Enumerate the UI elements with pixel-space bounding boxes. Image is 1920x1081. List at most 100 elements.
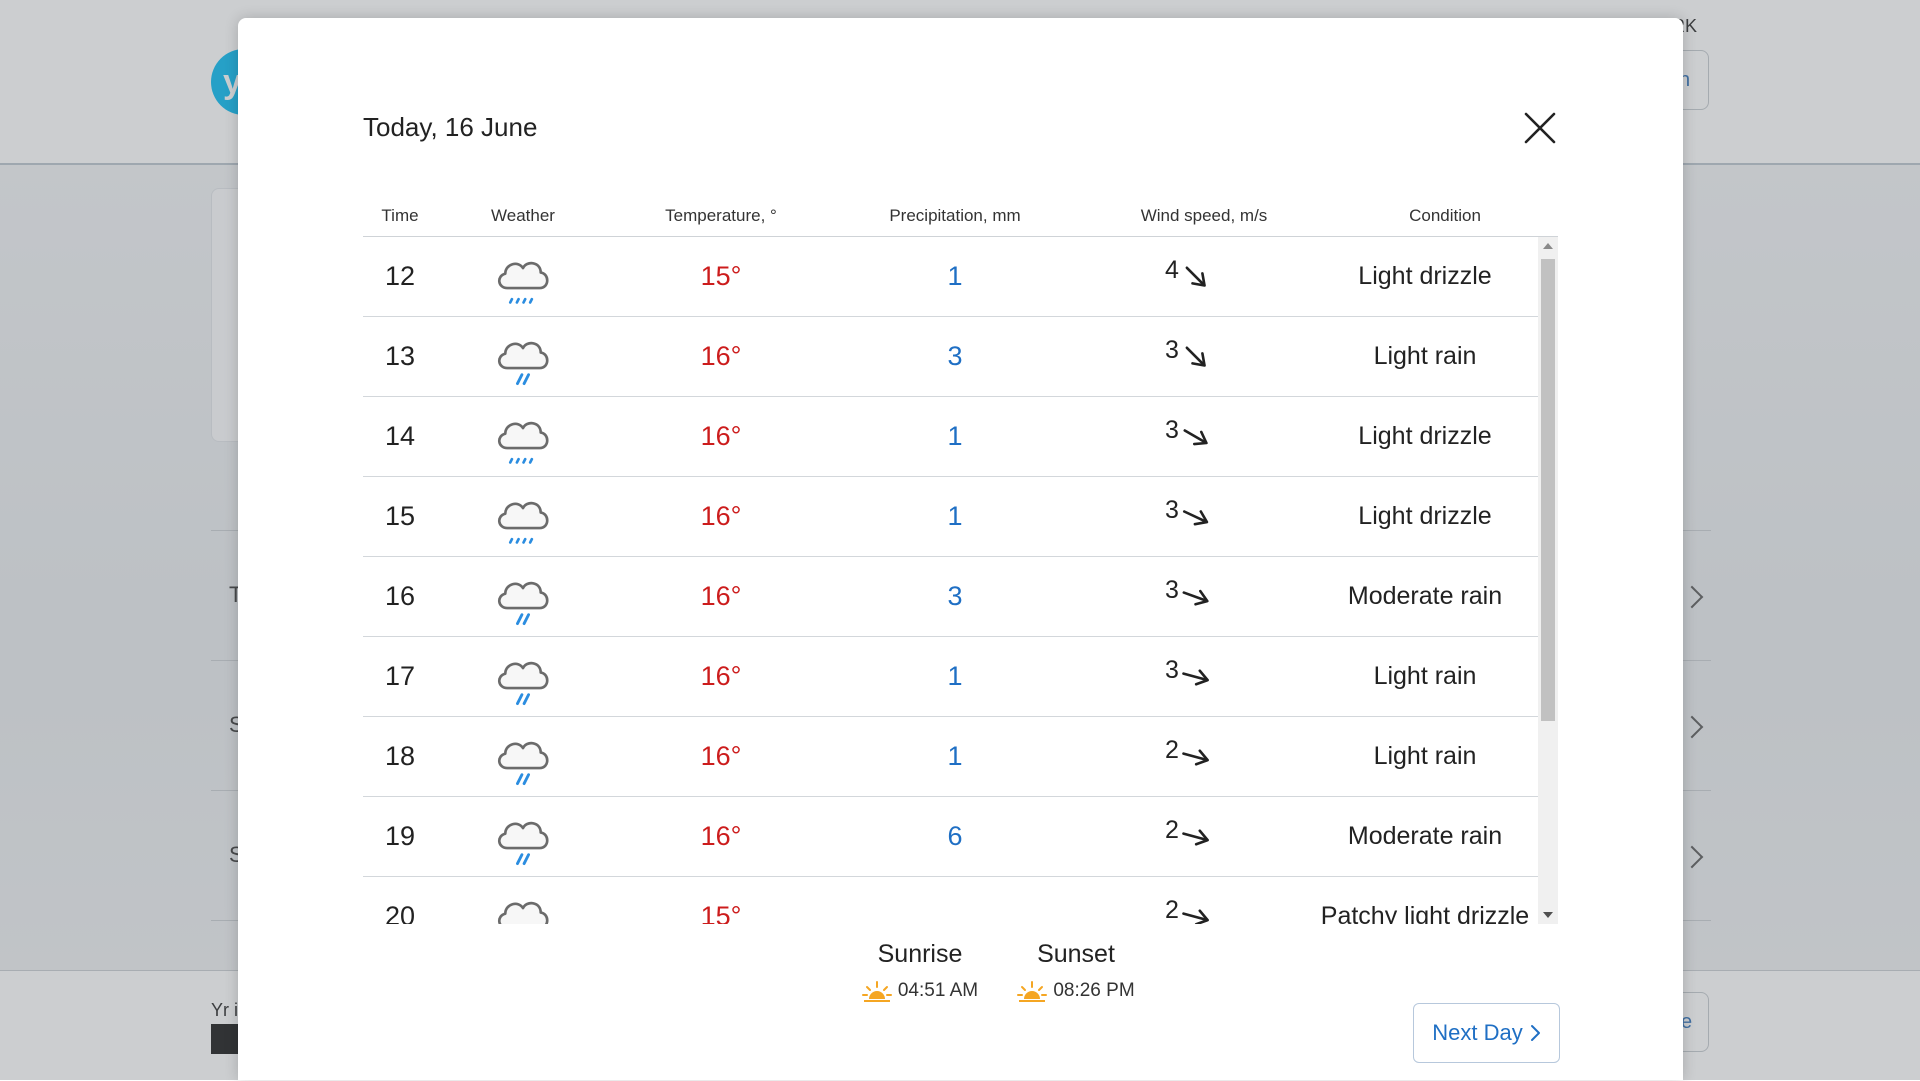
cloud-rain-icon bbox=[498, 341, 549, 385]
row-condition: Moderate rain bbox=[1347, 822, 1503, 850]
column-header-temperature: Temperature, ° bbox=[665, 206, 777, 225]
sunset-time-row: 08:26 PM bbox=[980, 979, 1172, 1003]
modal-title: Today, 16 June bbox=[363, 112, 538, 142]
row-wind: 2 bbox=[1165, 797, 1211, 876]
wind-speed-value: 3 bbox=[1165, 336, 1179, 364]
sunset-icon bbox=[1017, 979, 1048, 1003]
sunset-block: Sunset 08:26 PM bbox=[980, 940, 1172, 1003]
row-condition: Patchy light drizzle bbox=[1320, 902, 1530, 924]
row-weather bbox=[488, 237, 558, 316]
row-weather bbox=[488, 637, 558, 716]
wind-speed-value: 3 bbox=[1165, 576, 1179, 604]
next-day-button[interactable]: Next Day bbox=[1413, 1003, 1560, 1063]
row-precipitation: 3 bbox=[947, 341, 963, 371]
hourly-table-body[interactable]: 12 15° 1 4 Light drizzle 13 16° 3 3 Light rain 14 1… bbox=[363, 237, 1558, 924]
table-row: 14 16° 1 3 Light drizzle bbox=[363, 397, 1538, 477]
wind-speed-value: 2 bbox=[1165, 816, 1179, 844]
sunrise-time: 04:51 AM bbox=[897, 980, 979, 1001]
cloud-drizzle-icon bbox=[498, 421, 549, 464]
row-wind: 3 bbox=[1165, 637, 1211, 716]
row-condition: Light drizzle bbox=[1358, 262, 1492, 290]
row-weather bbox=[488, 317, 558, 396]
row-temperature: 16° bbox=[700, 661, 742, 691]
row-time: 12 bbox=[384, 261, 416, 291]
hourly-forecast-modal: Today, 16 June Time Weather Temperature,… bbox=[238, 18, 1683, 1080]
scroll-down-arrow-icon[interactable] bbox=[1543, 912, 1553, 918]
column-header-wind: Wind speed, m/s bbox=[1140, 206, 1268, 225]
wind-direction-arrow-icon bbox=[1181, 582, 1211, 612]
row-temperature: 16° bbox=[700, 581, 742, 611]
row-wind: 3 bbox=[1165, 477, 1211, 556]
row-condition: Light rain bbox=[1373, 342, 1477, 370]
row-wind: 3 bbox=[1165, 397, 1211, 476]
cloud-rain-icon bbox=[498, 581, 549, 625]
row-precipitation: 3 bbox=[947, 581, 963, 611]
row-weather bbox=[488, 477, 558, 556]
row-time: 17 bbox=[384, 661, 416, 691]
table-scrollbar[interactable] bbox=[1538, 237, 1558, 924]
wind-direction-arrow-icon bbox=[1181, 342, 1211, 372]
row-wind: 3 bbox=[1165, 317, 1211, 396]
wind-speed-value: 4 bbox=[1165, 256, 1179, 284]
column-header-time: Time bbox=[381, 206, 419, 225]
row-temperature: 16° bbox=[700, 741, 742, 771]
row-temperature: 15° bbox=[700, 261, 742, 291]
sunset-time: 08:26 PM bbox=[1053, 980, 1135, 1001]
row-condition: Light drizzle bbox=[1358, 502, 1492, 530]
row-condition: Light drizzle bbox=[1358, 422, 1492, 450]
row-weather bbox=[488, 557, 558, 636]
row-time: 14 bbox=[384, 421, 416, 451]
cloud-drizzle-icon bbox=[498, 501, 549, 544]
cloud-rain-icon bbox=[498, 741, 549, 785]
wind-direction-arrow-icon bbox=[1181, 742, 1211, 772]
table-row: 19 16° 6 2 Moderate rain bbox=[363, 797, 1538, 877]
row-temperature: 16° bbox=[700, 501, 742, 531]
column-header-condition: Condition bbox=[1409, 206, 1481, 225]
table-row: 18 16° 1 2 Light rain bbox=[363, 717, 1538, 797]
table-row: 17 16° 1 3 Light rain bbox=[363, 637, 1538, 717]
scroll-up-arrow-icon[interactable] bbox=[1543, 243, 1553, 249]
close-button[interactable] bbox=[1520, 108, 1560, 148]
row-time: 20 bbox=[384, 901, 416, 924]
wind-direction-arrow-icon bbox=[1181, 262, 1211, 292]
row-precipitation: 1 bbox=[947, 741, 963, 771]
row-condition: Moderate rain bbox=[1347, 582, 1503, 610]
row-precipitation: 1 bbox=[947, 661, 963, 691]
table-header: Time Weather Temperature, ° Precipitatio… bbox=[363, 188, 1558, 237]
wind-speed-value: 3 bbox=[1165, 416, 1179, 444]
row-time: 16 bbox=[384, 581, 416, 611]
next-day-label: Next Day bbox=[1432, 1020, 1523, 1045]
row-precipitation: 6 bbox=[947, 821, 963, 851]
row-time: 13 bbox=[384, 341, 416, 371]
chevron-right-icon bbox=[1529, 1024, 1541, 1042]
row-wind: 3 bbox=[1165, 557, 1211, 636]
close-icon bbox=[1524, 112, 1556, 144]
row-condition: Light rain bbox=[1373, 742, 1477, 770]
wind-direction-arrow-icon bbox=[1181, 822, 1211, 852]
row-temperature: 16° bbox=[700, 341, 742, 371]
sunrise-icon bbox=[861, 979, 892, 1003]
column-header-weather: Weather bbox=[491, 206, 555, 225]
row-temperature: 15° bbox=[700, 901, 742, 924]
row-weather bbox=[488, 877, 558, 924]
row-wind: 2 bbox=[1165, 717, 1211, 796]
wind-speed-value: 2 bbox=[1165, 736, 1179, 764]
table-row: 16 16° 3 3 Moderate rain bbox=[363, 557, 1538, 637]
sunset-label: Sunset bbox=[1037, 940, 1115, 968]
row-precipitation: 1 bbox=[947, 421, 963, 451]
row-time: 15 bbox=[384, 501, 416, 531]
row-temperature: 16° bbox=[700, 821, 742, 851]
cloud-drizzle-icon bbox=[498, 901, 549, 924]
row-time: 18 bbox=[384, 741, 416, 771]
wind-direction-arrow-icon bbox=[1181, 662, 1211, 692]
table-row: 15 16° 1 3 Light drizzle bbox=[363, 477, 1538, 557]
wind-speed-value: 3 bbox=[1165, 656, 1179, 684]
row-temperature: 16° bbox=[700, 421, 742, 451]
cloud-rain-icon bbox=[498, 821, 549, 865]
column-header-precipitation: Precipitation, mm bbox=[889, 206, 1021, 225]
wind-speed-value: 2 bbox=[1165, 896, 1179, 924]
scroll-thumb[interactable] bbox=[1541, 259, 1555, 721]
table-row: 13 16° 3 3 Light rain bbox=[363, 317, 1538, 397]
cloud-rain-icon bbox=[498, 661, 549, 705]
wind-direction-arrow-icon bbox=[1181, 902, 1211, 924]
